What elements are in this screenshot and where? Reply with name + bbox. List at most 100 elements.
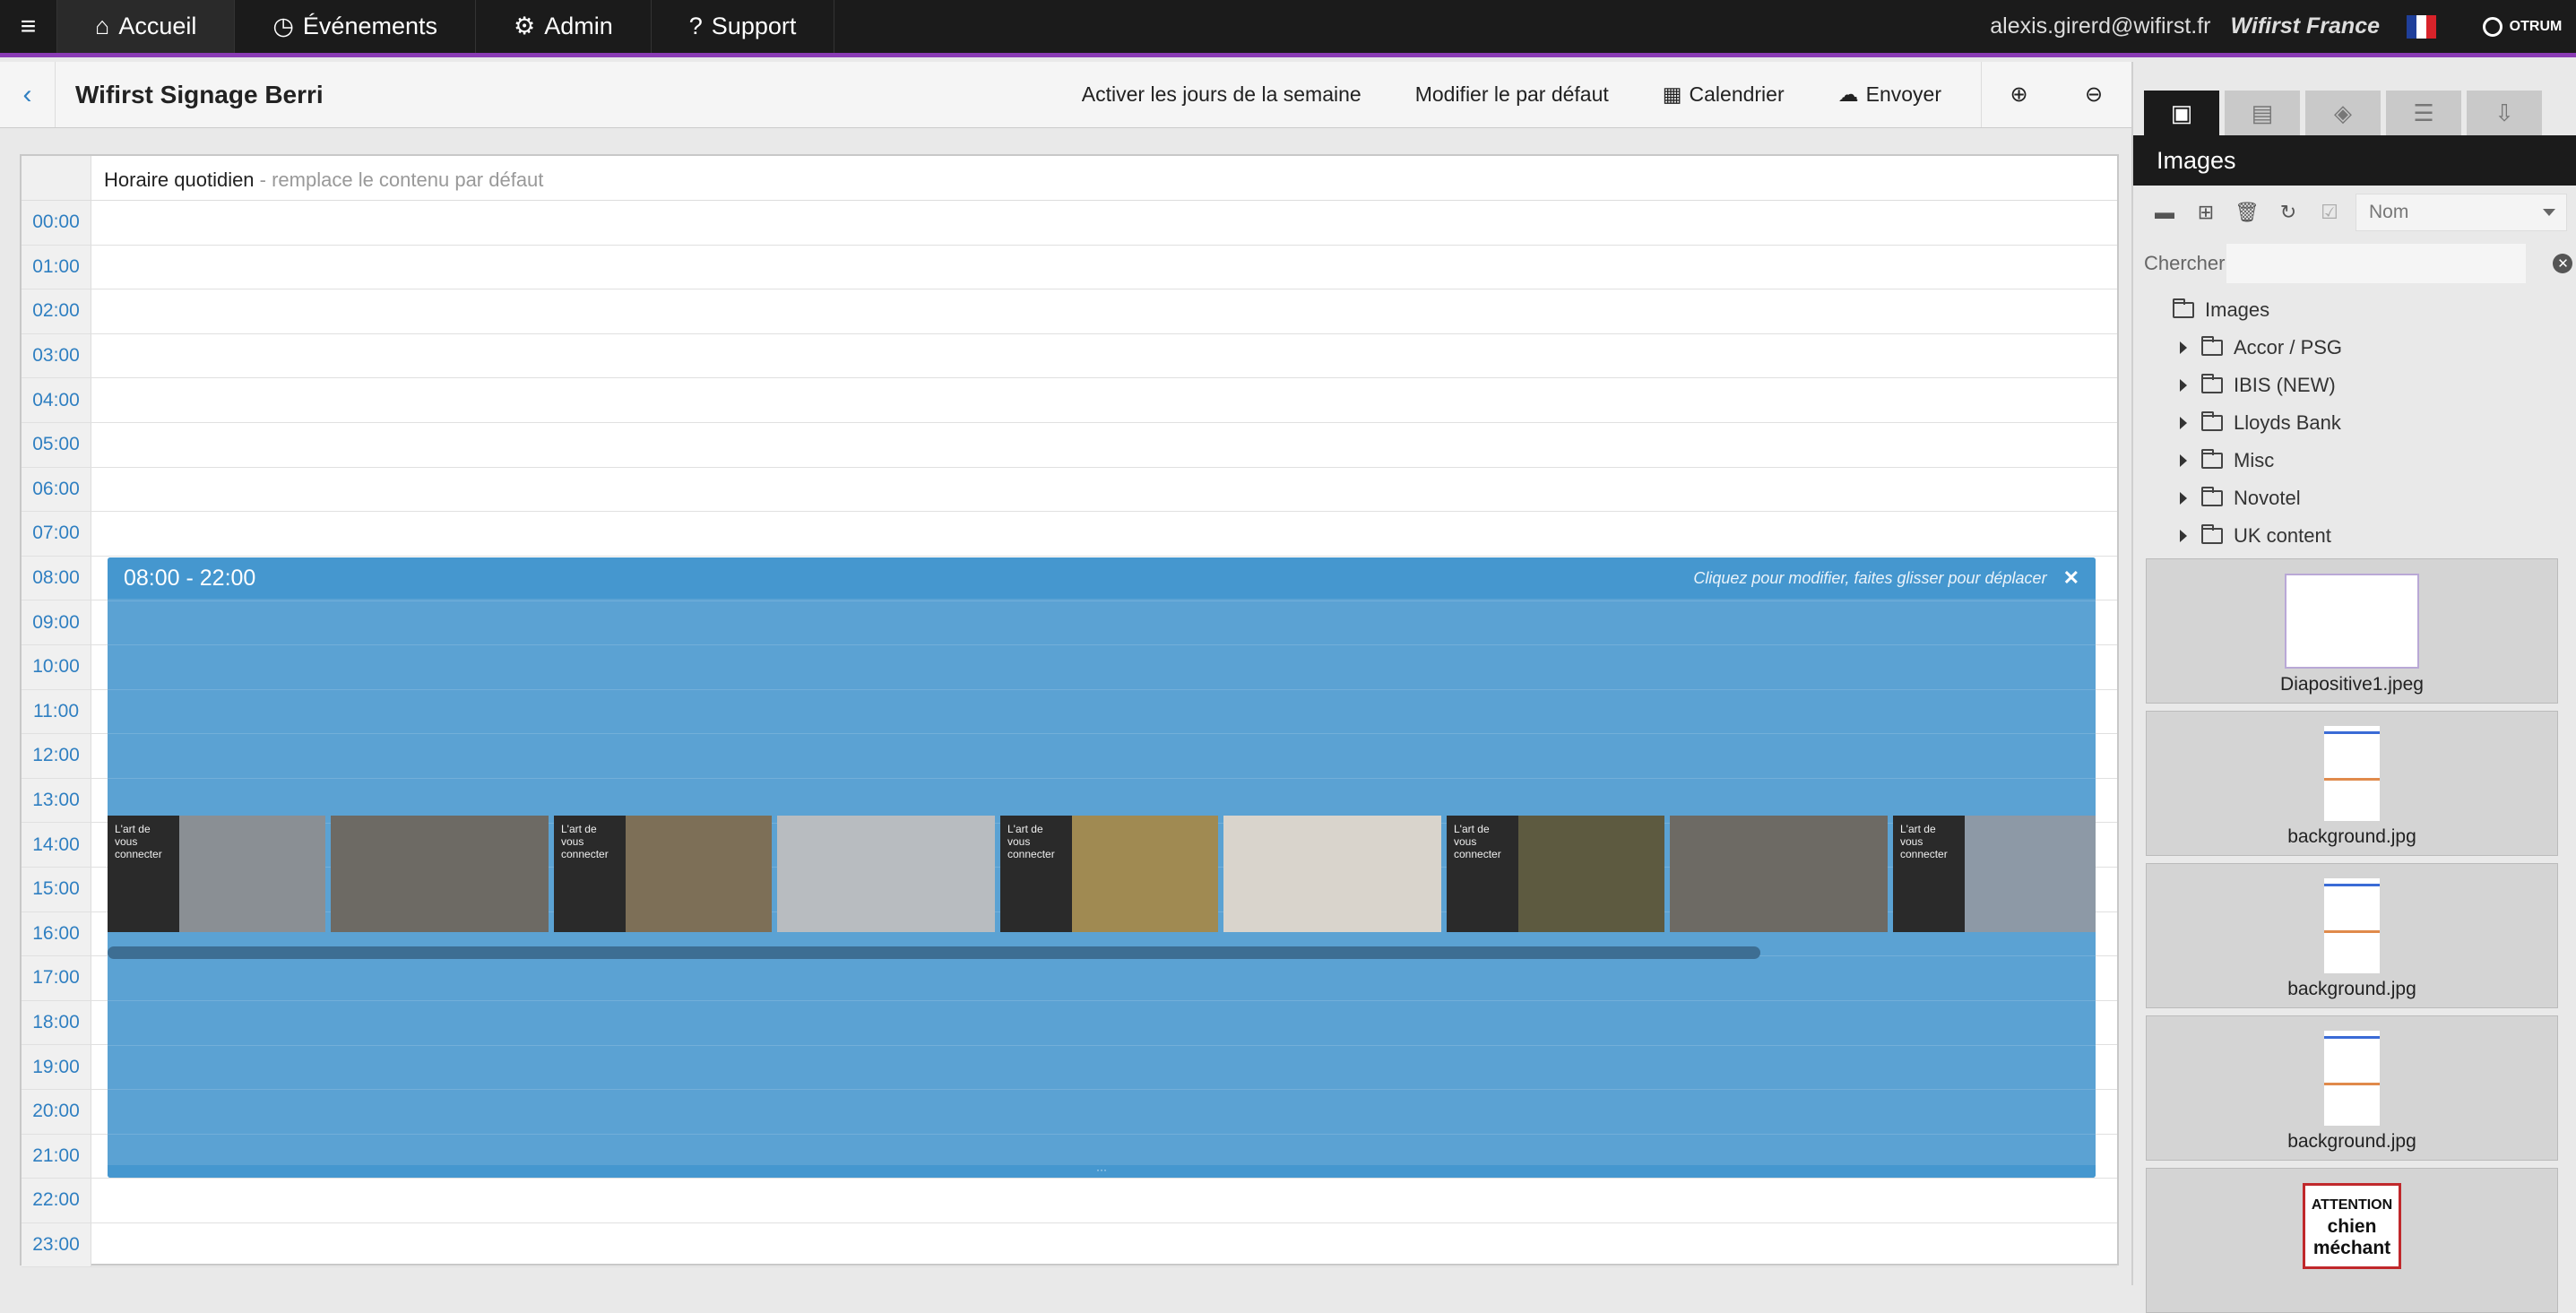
event-slide-strip[interactable]: L'art de vous connecter L'art de vous con… [108,816,2096,932]
hour-label: 07:00 [22,512,91,556]
gears-icon: ⚙ [514,13,536,39]
enable-weekdays-button[interactable]: Activer les jours de la semaine [1055,62,1388,127]
hour-row[interactable]: 04:00 [22,378,2117,423]
folder-icon [2201,411,2223,431]
hour-label: 08:00 [22,556,91,600]
sort-select[interactable]: Nom [2356,194,2567,231]
schedule-header-title: Horaire quotidien - remplace le contenu … [104,168,544,191]
hour-row[interactable]: 02:00 [22,289,2117,334]
nav-admin[interactable]: ⚙ Admin [476,0,652,53]
user-email[interactable]: alexis.girerd@wifirst.fr [1990,0,2230,53]
caret-right-icon[interactable] [2180,530,2187,542]
caret-right-icon[interactable] [2180,341,2187,354]
schedule-event[interactable]: 08:00 - 22:00 Cliquez pour modifier, fai… [108,557,2096,1178]
tab-video-icon[interactable]: ▤ [2225,91,2300,135]
zoom-out-icon[interactable]: ⊖ [2056,62,2131,127]
event-gridline [108,1089,2096,1091]
tree-folder[interactable]: UK content [2133,517,2576,555]
refresh-icon[interactable]: ↻ [2268,201,2309,224]
check-icon[interactable]: ☑ [2309,201,2350,224]
top-navbar: ≡ ⌂ Accueil ◷ Événements ⚙ Admin ? Support a… [0,0,2576,57]
question-icon: ? [688,13,703,39]
hour-row[interactable]: 22:00 [22,1179,2117,1223]
image-card[interactable]: ATTENTION chien méchant [2146,1168,2558,1313]
tree-folder[interactable]: Accor / PSG [2133,329,2576,367]
caret-right-icon[interactable] [2180,492,2187,505]
slide-thumbnail[interactable] [331,816,549,932]
image-card[interactable]: background.jpg [2146,863,2558,1008]
slide-thumbnail[interactable] [1223,816,1441,932]
hour-label: 02:00 [22,289,91,333]
folder-label: Lloyds Bank [2234,411,2341,434]
image-card[interactable]: background.jpg [2146,711,2558,856]
panel-search: Chercher ✕ [2133,239,2576,288]
tab-download-icon[interactable]: ⇩ [2467,91,2542,135]
edit-default-button[interactable]: Modifier le par défaut [1388,62,1636,127]
hour-label: 22:00 [22,1179,91,1222]
folder-icon [2201,374,2223,393]
calendar-button[interactable]: ▦ Calendrier [1636,62,1811,127]
nav-support[interactable]: ? Support [652,0,835,53]
nav-evenements[interactable]: ◷ Événements [235,0,477,53]
search-input[interactable] [2226,244,2527,283]
otrum-logo[interactable]: OTRUM [2468,0,2576,57]
trash-icon[interactable]: 🗑 [2226,201,2268,224]
tab-list-icon[interactable]: ☰ [2386,91,2461,135]
caret-right-icon[interactable] [2180,454,2187,467]
hour-row[interactable]: 01:00 [22,245,2117,290]
zoom-in-icon[interactable]: ⊕ [1981,62,2056,127]
send-button[interactable]: ☁ Envoyer [1811,62,1981,127]
close-icon[interactable]: ✕ [2063,566,2079,590]
folder-icon[interactable]: ▬ [2144,201,2185,224]
slide-thumbnail[interactable]: L'art de vous connecter [1000,816,1218,932]
add-icon[interactable]: ⊞ [2185,201,2226,224]
folder-label: Misc [2234,449,2275,471]
event-gridline [108,778,2096,779]
slide-thumbnail[interactable]: L'art de vous connecter [554,816,772,932]
french-flag-icon[interactable] [2407,0,2436,53]
tree-folder[interactable]: Novotel [2133,479,2576,517]
hour-row[interactable]: 06:00 [22,467,2117,513]
event-header[interactable]: 08:00 - 22:00 Cliquez pour modifier, fai… [108,557,2096,599]
event-gridline [108,1000,2096,1001]
hamburger-menu-icon[interactable]: ≡ [0,0,57,53]
clear-search-icon[interactable]: ✕ [2553,254,2573,273]
tree-folder[interactable]: Lloyds Bank [2133,404,2576,442]
slide-thumbnail[interactable] [777,816,995,932]
hour-row[interactable]: 00:00 [22,201,2117,246]
caret-right-icon[interactable] [2180,379,2187,392]
slide-strip-scrollbar[interactable] [108,946,1760,959]
home-icon: ⌂ [95,13,110,39]
hour-row[interactable]: 07:00 [22,512,2117,557]
organization-name[interactable]: Wifirst France [2231,0,2407,53]
tab-images-icon[interactable]: ▣ [2144,91,2219,135]
caret-right-icon[interactable] [2180,417,2187,429]
hour-row[interactable]: 05:00 [22,423,2117,468]
hour-label: 23:00 [22,1222,91,1267]
event-gridline [108,600,2096,601]
hour-label: 21:00 [22,1134,91,1179]
back-chevron-icon[interactable]: ‹ [0,62,56,127]
image-filename: background.jpg [2287,1131,2416,1152]
hour-row[interactable]: 23:00 [22,1222,2117,1268]
event-resize-handle[interactable]: ··· [108,1164,2096,1178]
hour-label: 10:00 [22,645,91,689]
tree-root-images[interactable]: Images [2133,291,2576,329]
slide-thumbnail[interactable]: L'art de vous connecter [108,816,325,932]
schedule-toolbar: ‹ Wifirst Signage Berri Activer les jour… [0,62,2131,128]
slide-thumbnail[interactable]: L'art de vous connecter [1893,816,2096,932]
tree-folder[interactable]: Misc [2133,442,2576,479]
tree-folder[interactable]: IBIS (NEW) [2133,367,2576,404]
nav-accueil[interactable]: ⌂ Accueil [57,0,236,53]
otrum-ring-icon [2482,16,2503,37]
tab-package-icon[interactable]: ◈ [2305,91,2381,135]
clock-icon: ◷ [272,13,294,39]
slide-thumbnail[interactable]: L'art de vous connecter [1447,816,1664,932]
hour-row[interactable]: 03:00 [22,333,2117,379]
folder-icon [2201,524,2223,544]
image-card[interactable]: Diapositive1.jpeg [2146,558,2558,704]
slide-thumbnail[interactable] [1670,816,1888,932]
sign-line: ATTENTION [2311,1197,2393,1213]
image-card[interactable]: background.jpg [2146,1015,2558,1161]
hour-label: 19:00 [22,1045,91,1089]
